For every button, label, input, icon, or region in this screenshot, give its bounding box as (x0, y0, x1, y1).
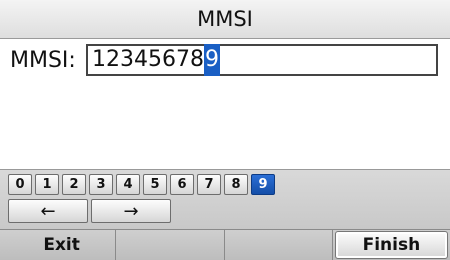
arrow-right-icon: → (123, 200, 139, 222)
key-6[interactable]: 6 (170, 174, 194, 195)
key-3[interactable]: 3 (89, 174, 113, 195)
mmsi-field-row: MMSI: 12345678 9 (0, 42, 450, 82)
key-1[interactable]: 1 (35, 174, 59, 195)
digit-keyboard: 0 1 2 3 4 5 6 7 8 9 ← → (0, 169, 450, 230)
mmsi-input-cursor: 9 (203, 44, 220, 76)
finish-button[interactable]: Finish (334, 231, 449, 259)
key-5[interactable]: 5 (143, 174, 167, 195)
page-title: MMSI (0, 0, 450, 39)
page-title-text: MMSI (197, 7, 253, 31)
mmsi-field-label: MMSI: (10, 48, 76, 73)
screen: MMSI MMSI: 12345678 9 0 1 2 3 4 5 6 7 8 9… (0, 0, 450, 260)
key-0[interactable]: 0 (8, 174, 32, 195)
softkey-bar: Exit Finish (0, 229, 450, 260)
cursor-left-button[interactable]: ← (8, 199, 88, 223)
key-8[interactable]: 8 (224, 174, 248, 195)
digit-key-row: 0 1 2 3 4 5 6 7 8 9 (8, 174, 278, 195)
arrow-left-icon: ← (40, 200, 56, 222)
key-2[interactable]: 2 (62, 174, 86, 195)
exit-button[interactable]: Exit (0, 230, 117, 260)
softkey-blank-2[interactable] (225, 230, 333, 260)
mmsi-input-value: 12345678 (92, 47, 204, 72)
arrow-key-row: ← → (8, 199, 174, 223)
softkey-blank-1[interactable] (116, 230, 225, 260)
key-4[interactable]: 4 (116, 174, 140, 195)
cursor-right-button[interactable]: → (91, 199, 171, 223)
key-7[interactable]: 7 (197, 174, 221, 195)
key-9[interactable]: 9 (251, 174, 275, 195)
mmsi-input[interactable]: 12345678 9 (86, 44, 438, 76)
